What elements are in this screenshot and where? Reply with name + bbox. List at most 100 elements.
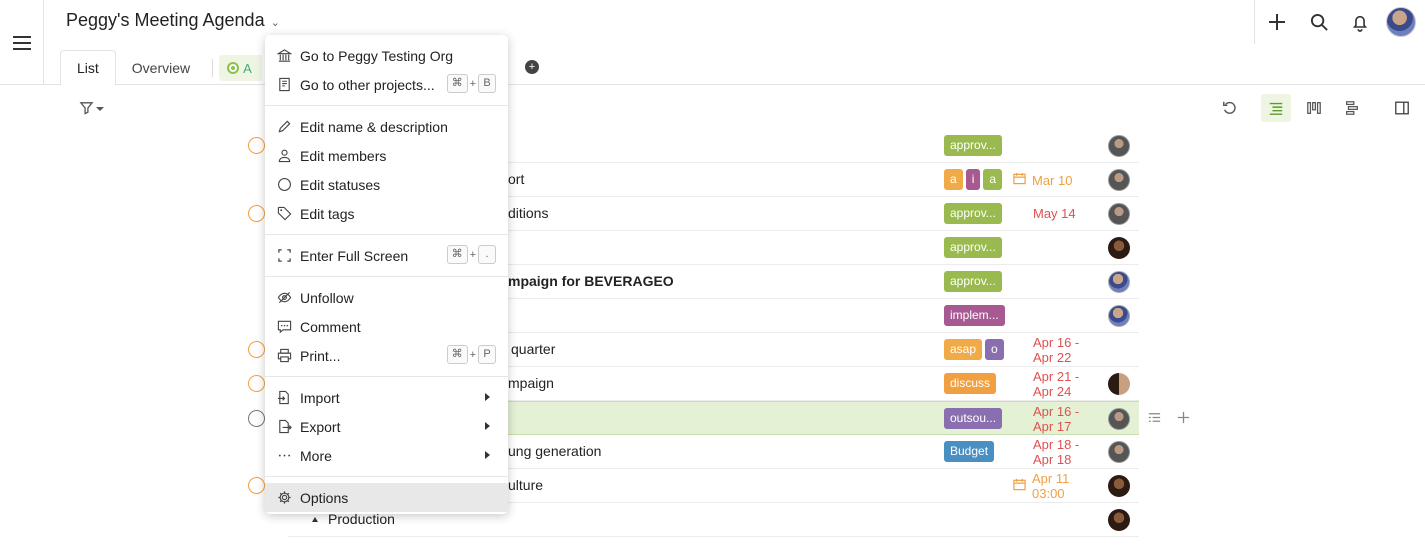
- assignee-avatar[interactable]: [1108, 441, 1130, 463]
- assignee-avatar[interactable]: [1108, 271, 1130, 293]
- task-title[interactable]: ulture: [508, 477, 543, 493]
- filter-button[interactable]: [79, 100, 104, 115]
- date-text: Apr 16 - Apr 17: [1033, 404, 1079, 434]
- timeline-view-button[interactable]: [1338, 96, 1366, 120]
- tag-badge[interactable]: o: [985, 339, 1004, 360]
- task-title[interactable]: mpaign for BEVERAGEO: [508, 273, 674, 289]
- menu-item-edit-name-description[interactable]: Edit name & description: [265, 112, 508, 141]
- assignee-avatar[interactable]: [1108, 475, 1130, 497]
- date-line: Apr 18: [1033, 452, 1072, 467]
- tag-badge[interactable]: asap: [944, 339, 983, 360]
- tag-badge[interactable]: outsou...: [944, 408, 1003, 429]
- task-tags: discuss: [944, 373, 997, 394]
- tag-badge[interactable]: i: [965, 169, 981, 190]
- task-status-toggle[interactable]: [248, 205, 265, 222]
- add-tab-button[interactable]: +: [525, 60, 539, 74]
- subtasks-icon[interactable]: [1147, 410, 1162, 425]
- tag-badge[interactable]: approv...: [944, 271, 1002, 292]
- top-header: Peggy's Meeting Agenda ⌄ List Overview A…: [0, 0, 1425, 86]
- list-view-button[interactable]: [1261, 94, 1291, 122]
- collapse-triangle-icon[interactable]: [312, 517, 318, 522]
- tab-label: Overview: [131, 59, 191, 76]
- task-title[interactable]: quarter: [511, 341, 555, 357]
- side-panel-icon: [1395, 101, 1409, 115]
- tag-badge[interactable]: Budget: [944, 441, 995, 462]
- menu-item-more[interactable]: More: [265, 441, 508, 470]
- shortcut-plus: +: [469, 77, 476, 90]
- assignee-avatar[interactable]: [1108, 237, 1130, 259]
- date-line: Apr 21 -: [1033, 369, 1080, 384]
- task-status-toggle[interactable]: [248, 137, 265, 154]
- tag-badge[interactable]: approv...: [944, 203, 1002, 224]
- user-avatar[interactable]: [1386, 7, 1416, 37]
- notifications-button[interactable]: [1348, 10, 1372, 34]
- task-status-toggle[interactable]: [248, 375, 265, 392]
- menu-item-options[interactable]: Options: [265, 483, 508, 512]
- tag-badge[interactable]: a: [983, 169, 1003, 190]
- search-button[interactable]: [1307, 10, 1331, 34]
- task-status-toggle[interactable]: [248, 477, 265, 494]
- task-due-date[interactable]: Apr 16 - Apr 17: [1033, 404, 1079, 434]
- task-title[interactable]: ung generation: [508, 443, 601, 459]
- shortcut-plus: +: [469, 348, 476, 361]
- shortcut-plus: +: [469, 248, 476, 261]
- task-due-date[interactable]: Apr 16 - Apr 22: [1033, 335, 1079, 365]
- task-title[interactable]: mpaign: [508, 375, 554, 391]
- menu-item-unfollow[interactable]: Unfollow: [265, 283, 508, 312]
- menu-item-import[interactable]: Import: [265, 383, 508, 412]
- project-menu: Go to Peggy Testing Org Go to other proje…: [265, 35, 508, 514]
- board-view-button[interactable]: [1300, 96, 1328, 120]
- tag-badge[interactable]: approv...: [944, 135, 1002, 156]
- bank-icon: [277, 48, 292, 63]
- hamburger-menu-button[interactable]: [0, 0, 44, 85]
- task-title[interactable]: ort: [508, 171, 524, 187]
- project-title-dropdown[interactable]: Peggy's Meeting Agenda ⌄: [66, 10, 280, 31]
- add-subtask-icon[interactable]: [1176, 410, 1191, 425]
- task-due-date[interactable]: Apr 18 - Apr 18: [1033, 437, 1079, 467]
- project-title: Peggy's Meeting Agenda: [66, 10, 265, 30]
- menu-item-print[interactable]: Print... ⌘ + P: [265, 341, 508, 370]
- task-due-date[interactable]: Apr 21 - Apr 24: [1033, 369, 1079, 399]
- tag-badge[interactable]: discuss: [944, 373, 997, 394]
- tag-badge[interactable]: a: [944, 169, 963, 190]
- menu-item-label: Print...: [300, 347, 341, 364]
- header-divider: [1254, 0, 1255, 44]
- add-button[interactable]: [1265, 10, 1289, 34]
- task-status-toggle[interactable]: [248, 410, 265, 427]
- assignee-avatar[interactable]: [1108, 509, 1130, 531]
- menu-item-comment[interactable]: Comment: [265, 312, 508, 341]
- assignee-avatar[interactable]: [1108, 408, 1130, 430]
- circle-icon: [277, 177, 292, 192]
- task-due-date[interactable]: Mar 10: [1013, 172, 1072, 188]
- menu-item-edit-statuses[interactable]: Edit statuses: [265, 170, 508, 199]
- gear-icon: [277, 490, 292, 505]
- menu-item-go-to-peggy-testing-org[interactable]: Go to Peggy Testing Org: [265, 41, 508, 70]
- tab-overview[interactable]: Overview: [116, 50, 206, 85]
- assignee-avatar[interactable]: [1108, 203, 1130, 225]
- list-view-icon: [1269, 102, 1283, 115]
- menu-item-edit-members[interactable]: Edit members: [265, 141, 508, 170]
- tag-badge[interactable]: implem...: [944, 305, 1005, 326]
- menu-item-export[interactable]: Export: [265, 412, 508, 441]
- date-text: Apr 16 - Apr 22: [1033, 335, 1079, 365]
- task-due-date[interactable]: May 14: [1033, 206, 1076, 221]
- menu-item-label: Go to Peggy Testing Org: [300, 47, 454, 64]
- assignee-avatar[interactable]: [1108, 373, 1130, 395]
- undo-button[interactable]: [1216, 96, 1244, 120]
- tag-badge[interactable]: approv...: [944, 237, 1002, 258]
- assignee-avatar[interactable]: [1108, 305, 1130, 327]
- assignee-avatar[interactable]: [1108, 169, 1130, 191]
- menu-item-edit-tags[interactable]: Edit tags: [265, 199, 508, 228]
- task-status-toggle[interactable]: [248, 341, 265, 358]
- tab-app[interactable]: A: [219, 55, 262, 81]
- task-due-date[interactable]: Apr 11 03:00: [1013, 471, 1069, 501]
- menu-item-enter-full-screen[interactable]: Enter Full Screen ⌘ +.: [265, 241, 508, 270]
- menu-item-go-to-other-projects[interactable]: Go to other projects... ⌘ + B: [265, 70, 508, 99]
- shortcut-key: ⌘: [446, 74, 468, 93]
- assignee-avatar[interactable]: [1108, 135, 1130, 157]
- date-line: 03:00: [1032, 486, 1065, 501]
- side-panel-button[interactable]: [1388, 96, 1416, 120]
- tab-list[interactable]: List: [60, 50, 116, 86]
- plus-icon: [1269, 14, 1285, 30]
- task-title[interactable]: ditions: [508, 205, 548, 221]
